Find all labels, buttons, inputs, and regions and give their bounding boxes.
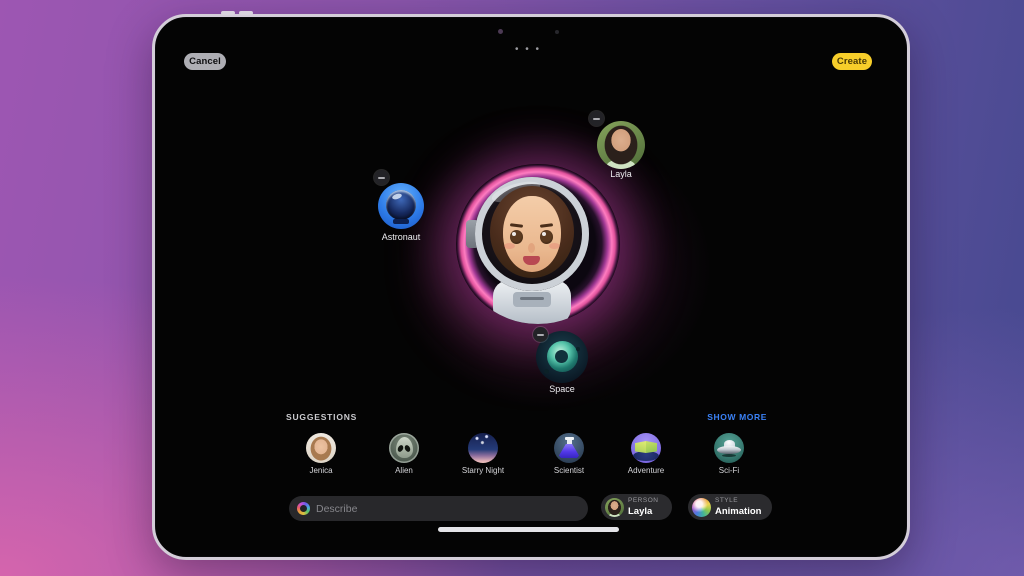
character-eye	[510, 230, 523, 244]
attachment-label: Layla	[610, 169, 632, 179]
flask-icon	[554, 433, 584, 463]
person-chip-category: PERSON	[628, 497, 659, 504]
moon-dot	[544, 369, 549, 374]
remove-attachment-button[interactable]	[533, 327, 548, 342]
character-nose	[528, 243, 535, 253]
astronaut-helmet-base	[393, 219, 409, 224]
alien-eye	[396, 444, 405, 453]
suggestions-header: SUGGESTIONS	[286, 412, 358, 422]
home-indicator[interactable]	[438, 527, 619, 532]
apple-intelligence-icon	[297, 502, 310, 515]
suggestion-label: Sci-Fi	[718, 466, 740, 475]
suggestion-label: Jenica	[309, 466, 333, 475]
desktop-background: Cancel • • • Create Astronaut Layla Spac…	[0, 0, 1024, 576]
ufo-shadow	[722, 454, 736, 457]
alien-head-glyph	[395, 437, 413, 458]
planet-glyph	[547, 341, 578, 372]
volume-button	[221, 11, 235, 15]
attachment-space[interactable]: Space	[533, 327, 588, 394]
suggestion-starry-night[interactable]: Starry Night	[453, 433, 513, 475]
night-sky-icon	[468, 433, 498, 463]
suggestion-scifi[interactable]: Sci-Fi	[699, 433, 759, 475]
flask-body	[559, 444, 579, 458]
sensor-dot-icon	[555, 30, 559, 34]
astronaut-helmet-icon	[378, 183, 424, 229]
ipad-device-frame: Cancel • • • Create Astronaut Layla Spac…	[152, 11, 910, 560]
remove-attachment-button[interactable]	[374, 170, 389, 185]
map-page	[635, 441, 646, 453]
attachment-astronaut[interactable]: Astronaut	[374, 170, 424, 242]
suggestion-label: Scientist	[553, 466, 585, 475]
suggestion-scientist[interactable]: Scientist	[539, 433, 599, 475]
person-chip-value: Layla	[628, 505, 653, 517]
describe-placeholder: Describe	[316, 502, 358, 515]
suggestion-adventure[interactable]: Adventure	[616, 433, 676, 475]
attachment-label: Astronaut	[381, 232, 421, 242]
suggestion-jenica[interactable]: Jenica	[291, 433, 351, 475]
cancel-button[interactable]: Cancel	[184, 53, 226, 70]
style-chip-category: STYLE	[715, 497, 739, 504]
image-playground-screen: Cancel • • • Create Astronaut Layla Spac…	[156, 18, 906, 556]
attachment-layla[interactable]: Layla	[589, 111, 645, 179]
attachment-label: Space	[549, 384, 575, 394]
style-swirl-icon	[692, 497, 711, 517]
volume-button	[239, 11, 253, 15]
remove-attachment-button[interactable]	[589, 111, 604, 126]
person-photo-jenica-icon	[306, 433, 336, 463]
suggestion-label: Alien	[395, 466, 413, 475]
suggestion-label: Starry Night	[461, 466, 505, 475]
alien-eye	[403, 444, 412, 453]
person-avatar	[605, 497, 624, 517]
style-chip-value: Animation	[715, 505, 762, 517]
character-blush	[504, 243, 515, 249]
moon-dot	[576, 347, 580, 351]
open-map-icon	[631, 433, 661, 463]
astronaut-helmet	[475, 177, 589, 291]
alien-head-icon	[389, 433, 419, 463]
ufo-icon	[714, 433, 744, 463]
suggestion-alien[interactable]: Alien	[374, 433, 434, 475]
create-button[interactable]: Create	[832, 53, 872, 70]
style-chip[interactable]: STYLE Animation	[688, 494, 772, 520]
character-blush	[549, 243, 560, 249]
astronaut-chest-panel	[513, 292, 551, 307]
person-photo-thumb	[597, 121, 645, 169]
more-menu-button[interactable]: • • •	[496, 44, 560, 55]
show-more-link[interactable]: SHOW MORE	[707, 412, 767, 422]
map-page	[646, 441, 657, 453]
front-camera-icon	[498, 29, 503, 34]
person-chip[interactable]: PERSON Layla	[601, 494, 672, 520]
ufo-disc	[717, 445, 741, 454]
generated-image-preview[interactable]	[456, 164, 620, 324]
character-eye	[540, 230, 553, 244]
flask-rim	[564, 437, 574, 440]
suggestion-label: Adventure	[627, 466, 665, 475]
describe-input[interactable]: Describe	[289, 496, 588, 521]
astronaut-helmet-glyph	[386, 190, 416, 220]
